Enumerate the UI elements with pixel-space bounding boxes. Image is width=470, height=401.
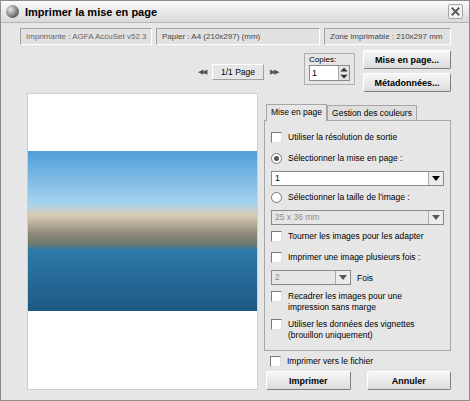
dropdown-suffix: Fois — [357, 273, 373, 283]
dropdown-value: 1 — [272, 172, 428, 185]
tab[interactable]: Gestion des couleurs — [327, 105, 417, 120]
next-page-button[interactable]: ▶▶ — [270, 68, 278, 76]
down-arrow-icon — [432, 176, 440, 181]
copies-value[interactable]: 1 — [310, 66, 338, 80]
radio-button[interactable] — [271, 192, 282, 203]
checkbox-row[interactable]: Recadrer les images pour une impression … — [271, 291, 444, 313]
checkbox-label: Imprimer une image plusieurs fois : — [288, 252, 420, 263]
page-preview — [27, 93, 258, 390]
side-buttons: Mise en page... Métadonnées... — [363, 50, 451, 92]
dropdown-value: 25 x 36 mm — [272, 211, 428, 224]
dropdown[interactable]: 2 — [271, 270, 351, 285]
select-row: 2 Fois — [271, 270, 444, 285]
checkbox-label: Imprimer vers le fichier — [287, 356, 373, 367]
up-arrow-icon[interactable] — [339, 66, 349, 73]
dropdown[interactable]: 1 — [271, 171, 444, 186]
checkbox[interactable] — [271, 252, 282, 263]
checkbox-row[interactable]: Imprimer une image plusieurs fois : — [271, 252, 444, 267]
info-row: Imprimante : AGFA AccuSet v52.3Papier : … — [1, 23, 469, 49]
side-button[interactable]: Métadonnées... — [363, 73, 451, 92]
checkbox[interactable] — [271, 319, 282, 330]
toolbar: ◀◀ 1/1 Page ▶▶ Copies: 1 Mise en page... Métad… — [1, 49, 469, 93]
spin-arrows[interactable] — [338, 66, 349, 80]
dialog-buttons: Imprimer Annuler — [264, 371, 451, 390]
info-field: Imprimante : AGFA AccuSet v52.3 — [20, 28, 152, 45]
page-label: 1/1 Page — [212, 64, 264, 80]
radio-row[interactable]: Sélectionner la taille de l'image : — [271, 192, 444, 207]
tab-bar: Mise en pageGestion des couleurs — [264, 103, 451, 120]
dropdown-button[interactable] — [428, 211, 443, 224]
down-arrow-icon — [339, 275, 347, 280]
checkbox-row[interactable]: Utiliser la résolution de sortie — [271, 132, 444, 147]
down-arrow-icon[interactable] — [339, 73, 349, 80]
checkbox-row[interactable]: Tourner les images pour les adapter — [271, 231, 444, 246]
radio-label: Sélectionner la mise en page : — [288, 153, 402, 164]
checkbox-row[interactable]: Utiliser les données des vignettes (brou… — [271, 319, 444, 341]
tab[interactable]: Mise en page — [266, 104, 327, 121]
select-row: 25 x 36 mm — [271, 210, 444, 225]
print-to-file-row[interactable]: Imprimer vers le fichier — [264, 356, 451, 371]
checkbox-label: Utiliser les données des vignettes (brou… — [288, 319, 444, 341]
checkbox-label: Utiliser la résolution de sortie — [288, 132, 397, 143]
print-dialog: Imprimer la mise en page Imprimante : AGF… — [0, 0, 470, 401]
checkbox[interactable] — [271, 231, 282, 242]
checkbox[interactable] — [271, 291, 282, 302]
pager: ◀◀ 1/1 Page ▶▶ — [198, 64, 278, 80]
copies-spinner[interactable]: 1 — [309, 65, 350, 81]
settings-column: Mise en pageGestion des couleursUtiliser… — [264, 93, 451, 390]
window-title: Imprimer la mise en page — [25, 6, 442, 18]
copies-label: Copies: — [309, 55, 336, 64]
layout-panel: Utiliser la résolution de sortie Sélectio… — [264, 120, 451, 351]
info-field: Papier : A4 (210x297) (mm) — [156, 28, 320, 45]
dropdown-value: 2 — [272, 271, 335, 284]
dropdown-button[interactable] — [428, 172, 443, 185]
content: Mise en pageGestion des couleursUtiliser… — [1, 93, 469, 390]
preview-photo — [28, 151, 257, 311]
title-bar: Imprimer la mise en page — [1, 1, 469, 23]
info-field: Zone imprimable : 210x297 mm — [324, 28, 451, 45]
app-icon — [6, 5, 19, 18]
checkbox[interactable] — [271, 132, 282, 143]
down-arrow-icon — [432, 215, 440, 220]
radio-label: Sélectionner la taille de l'image : — [288, 192, 410, 203]
radio-row[interactable]: Sélectionner la mise en page : — [271, 153, 444, 168]
side-button[interactable]: Mise en page... — [363, 50, 451, 69]
prev-page-button[interactable]: ◀◀ — [198, 68, 206, 76]
checkbox[interactable] — [270, 356, 281, 367]
dropdown[interactable]: 25 x 36 mm — [271, 210, 444, 225]
copies-group: Copies: 1 — [304, 53, 355, 85]
radio-dot — [274, 156, 279, 161]
checkbox-label: Tourner les images pour les adapter — [288, 231, 424, 242]
dialog-button[interactable]: Imprimer — [266, 371, 351, 390]
radio-button[interactable] — [271, 153, 282, 164]
close-icon[interactable] — [448, 4, 463, 19]
select-row: 1 — [271, 171, 444, 186]
checkbox-label: Recadrer les images pour une impression … — [288, 291, 444, 313]
dialog-button[interactable]: Annuler — [367, 371, 452, 390]
dropdown-button[interactable] — [335, 271, 350, 284]
